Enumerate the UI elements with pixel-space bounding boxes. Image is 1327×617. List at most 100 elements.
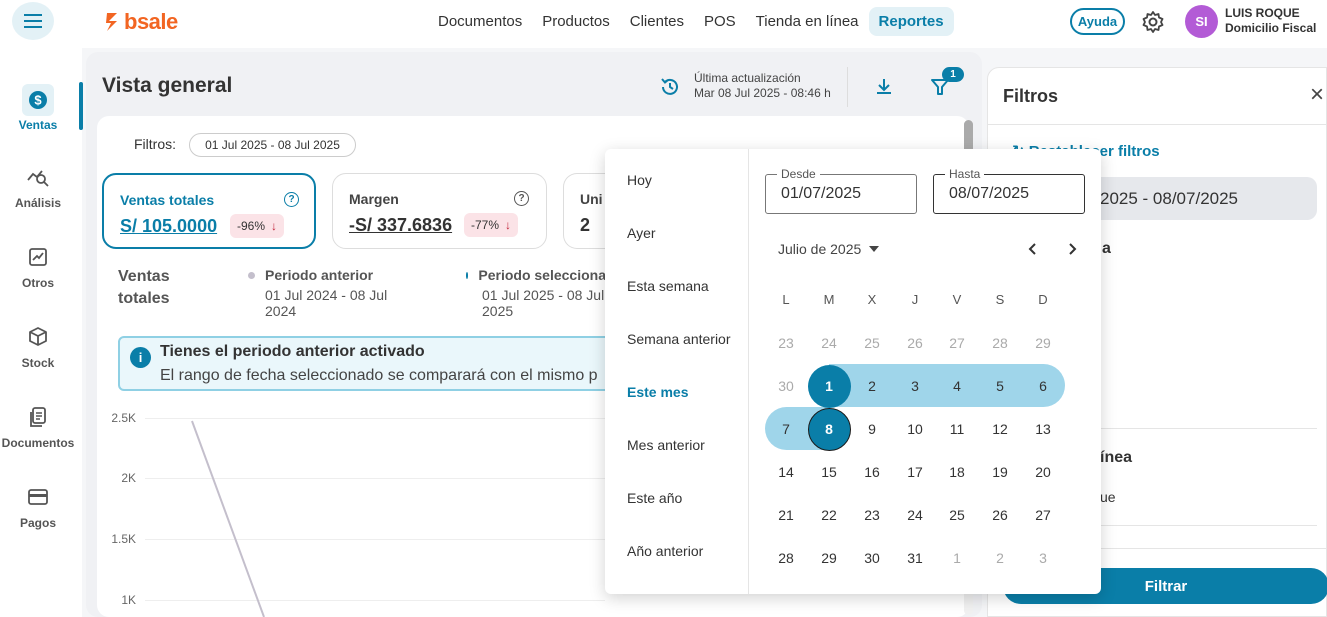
sidebar-item-label: Stock <box>21 356 55 370</box>
user-info[interactable]: LUIS ROQUE Domicilio Fiscal <box>1225 6 1316 36</box>
filter-panel-title: Filtros <box>1003 86 1059 106</box>
nav-item-productos[interactable]: Productos <box>532 7 620 36</box>
calendar-day[interactable]: 11 <box>936 408 979 451</box>
calendar-day[interactable]: 30 <box>765 365 808 408</box>
calendar-day[interactable]: 16 <box>851 451 894 494</box>
calendar-day[interactable]: 6 <box>1022 365 1065 408</box>
sidebar-item-pagos[interactable]: Pagos <box>0 484 76 530</box>
sidebar-item-analisis[interactable]: Análisis <box>0 164 76 210</box>
month-selector[interactable]: Julio de 2025 <box>778 241 880 257</box>
document-icon <box>25 404 51 430</box>
calendar-day[interactable]: 9 <box>851 408 894 451</box>
calendar-day[interactable]: 22 <box>808 494 851 537</box>
calendar-day[interactable]: 7 <box>765 408 808 451</box>
hamburger-icon <box>24 14 42 28</box>
calendar-day[interactable]: 29 <box>808 537 851 580</box>
nav-item-pos[interactable]: POS <box>694 7 746 36</box>
sidebar-item-documentos[interactable]: Documentos <box>0 404 76 450</box>
calendar-day[interactable]: 30 <box>851 537 894 580</box>
preset-esta-semana[interactable]: Esta semana <box>627 278 709 294</box>
from-date-label: Desde <box>777 167 820 181</box>
help-circle-icon[interactable]: ? <box>514 191 529 206</box>
nav-item-tienda-en-línea[interactable]: Tienda en línea <box>746 7 869 36</box>
caret-down-icon <box>869 246 880 252</box>
preset-hoy[interactable]: Hoy <box>627 172 652 188</box>
preset-ayer[interactable]: Ayer <box>627 225 656 241</box>
sidebar-item-ventas[interactable]: $ Ventas <box>0 84 76 132</box>
nav-item-documentos[interactable]: Documentos <box>428 7 532 36</box>
calendar-day[interactable]: 5 <box>979 365 1022 408</box>
kpi-card-margen[interactable]: Margen ? -S/ 337.6836 -77% ↓ <box>332 173 547 249</box>
refresh-clock-icon <box>661 78 678 95</box>
nav-item-reportes[interactable]: Reportes <box>868 7 954 36</box>
preset-este-año[interactable]: Este año <box>627 490 682 506</box>
calendar-day[interactable]: 31 <box>894 537 937 580</box>
preset-semana-anterior[interactable]: Semana anterior <box>627 331 731 347</box>
download-button[interactable] <box>873 76 895 98</box>
calendar-day[interactable]: 4 <box>936 365 979 408</box>
calendar-day[interactable]: 8 <box>807 407 851 451</box>
calendar-day[interactable]: 15 <box>808 451 851 494</box>
preset-mes-anterior[interactable]: Mes anterior <box>627 437 705 453</box>
previous-period-line <box>191 420 265 617</box>
user-branch: Domicilio Fiscal <box>1225 21 1317 35</box>
preset-año-anterior[interactable]: Año anterior <box>627 543 703 559</box>
prev-month-button[interactable] <box>1024 240 1042 258</box>
box-icon <box>25 324 51 350</box>
sidebar-active-indicator <box>79 82 83 130</box>
calendar-day[interactable]: 27 <box>936 322 979 365</box>
next-month-button[interactable] <box>1063 240 1081 258</box>
weekday-header: J <box>911 292 919 307</box>
calendar-day[interactable]: 24 <box>808 322 851 365</box>
calendar-day[interactable]: 12 <box>979 408 1022 451</box>
calendar-day[interactable]: 28 <box>765 537 808 580</box>
sidebar-item-stock[interactable]: Stock <box>0 324 76 370</box>
calendar-day[interactable]: 23 <box>765 322 808 365</box>
preset-este-mes[interactable]: Este mes <box>627 384 688 400</box>
help-circle-icon[interactable]: ? <box>284 192 299 207</box>
calendar-day[interactable]: 19 <box>979 451 1022 494</box>
calendar-day[interactable]: 26 <box>979 494 1022 537</box>
calendar-day[interactable]: 2 <box>979 537 1022 580</box>
calendar-day[interactable]: 3 <box>1022 537 1065 580</box>
calendar-day[interactable]: 26 <box>894 322 937 365</box>
calendar-day[interactable]: 21 <box>765 494 808 537</box>
weekday-header: M <box>823 292 835 307</box>
calendar-day[interactable]: 20 <box>1022 451 1065 494</box>
calendar-day[interactable]: 13 <box>1022 408 1065 451</box>
kpi-card-ventas-totales[interactable]: Ventas totales ? S/ 105.0000 -96% ↓ <box>102 173 316 249</box>
calendar-day[interactable]: 24 <box>894 494 937 537</box>
close-icon[interactable]: × <box>1306 83 1327 107</box>
sidebar-item-label: Otros <box>21 276 54 290</box>
date-range-chip[interactable]: 01 Jul 2025 - 08 Jul 2025 <box>189 133 356 157</box>
avatar[interactable]: SI <box>1185 5 1218 38</box>
calendar-day[interactable]: 23 <box>851 494 894 537</box>
sidebar-item-otros[interactable]: Otros <box>0 244 76 290</box>
kpi-change-badge: -96% ↓ <box>230 214 285 238</box>
calendar-day[interactable]: 2 <box>851 365 894 408</box>
calendar-day[interactable]: 14 <box>765 451 808 494</box>
nav-item-clientes[interactable]: Clientes <box>620 7 694 36</box>
filter-option[interactable]: ue <box>1100 489 1116 505</box>
calendar-day[interactable]: 25 <box>851 322 894 365</box>
refresh-button[interactable] <box>659 76 681 98</box>
info-title: Tienes el periodo anterior activado <box>160 343 425 360</box>
legend-range: 01 Jul 2024 - 08 Jul 2024 <box>265 287 388 319</box>
dollar-icon: $ <box>22 84 54 116</box>
calendar-day[interactable]: 28 <box>979 322 1022 365</box>
calendar-day[interactable]: 29 <box>1022 322 1065 365</box>
bsale-logo[interactable]: bsale <box>104 9 178 35</box>
calendar-day[interactable]: 10 <box>894 408 937 451</box>
y-tick-label: 2.5K <box>111 411 136 425</box>
menu-button[interactable] <box>12 2 54 40</box>
calendar-day[interactable]: 1 <box>936 537 979 580</box>
calendar-day[interactable]: 27 <box>1022 494 1065 537</box>
settings-button[interactable] <box>1141 10 1165 34</box>
calendar-day[interactable]: 3 <box>894 365 937 408</box>
calendar-day[interactable]: 18 <box>936 451 979 494</box>
help-button[interactable]: Ayuda <box>1070 8 1125 35</box>
calendar-day[interactable]: 25 <box>936 494 979 537</box>
sidebar-item-label: Análisis <box>14 196 62 210</box>
calendar-day[interactable]: 17 <box>894 451 937 494</box>
calendar-day[interactable]: 1 <box>807 364 851 408</box>
